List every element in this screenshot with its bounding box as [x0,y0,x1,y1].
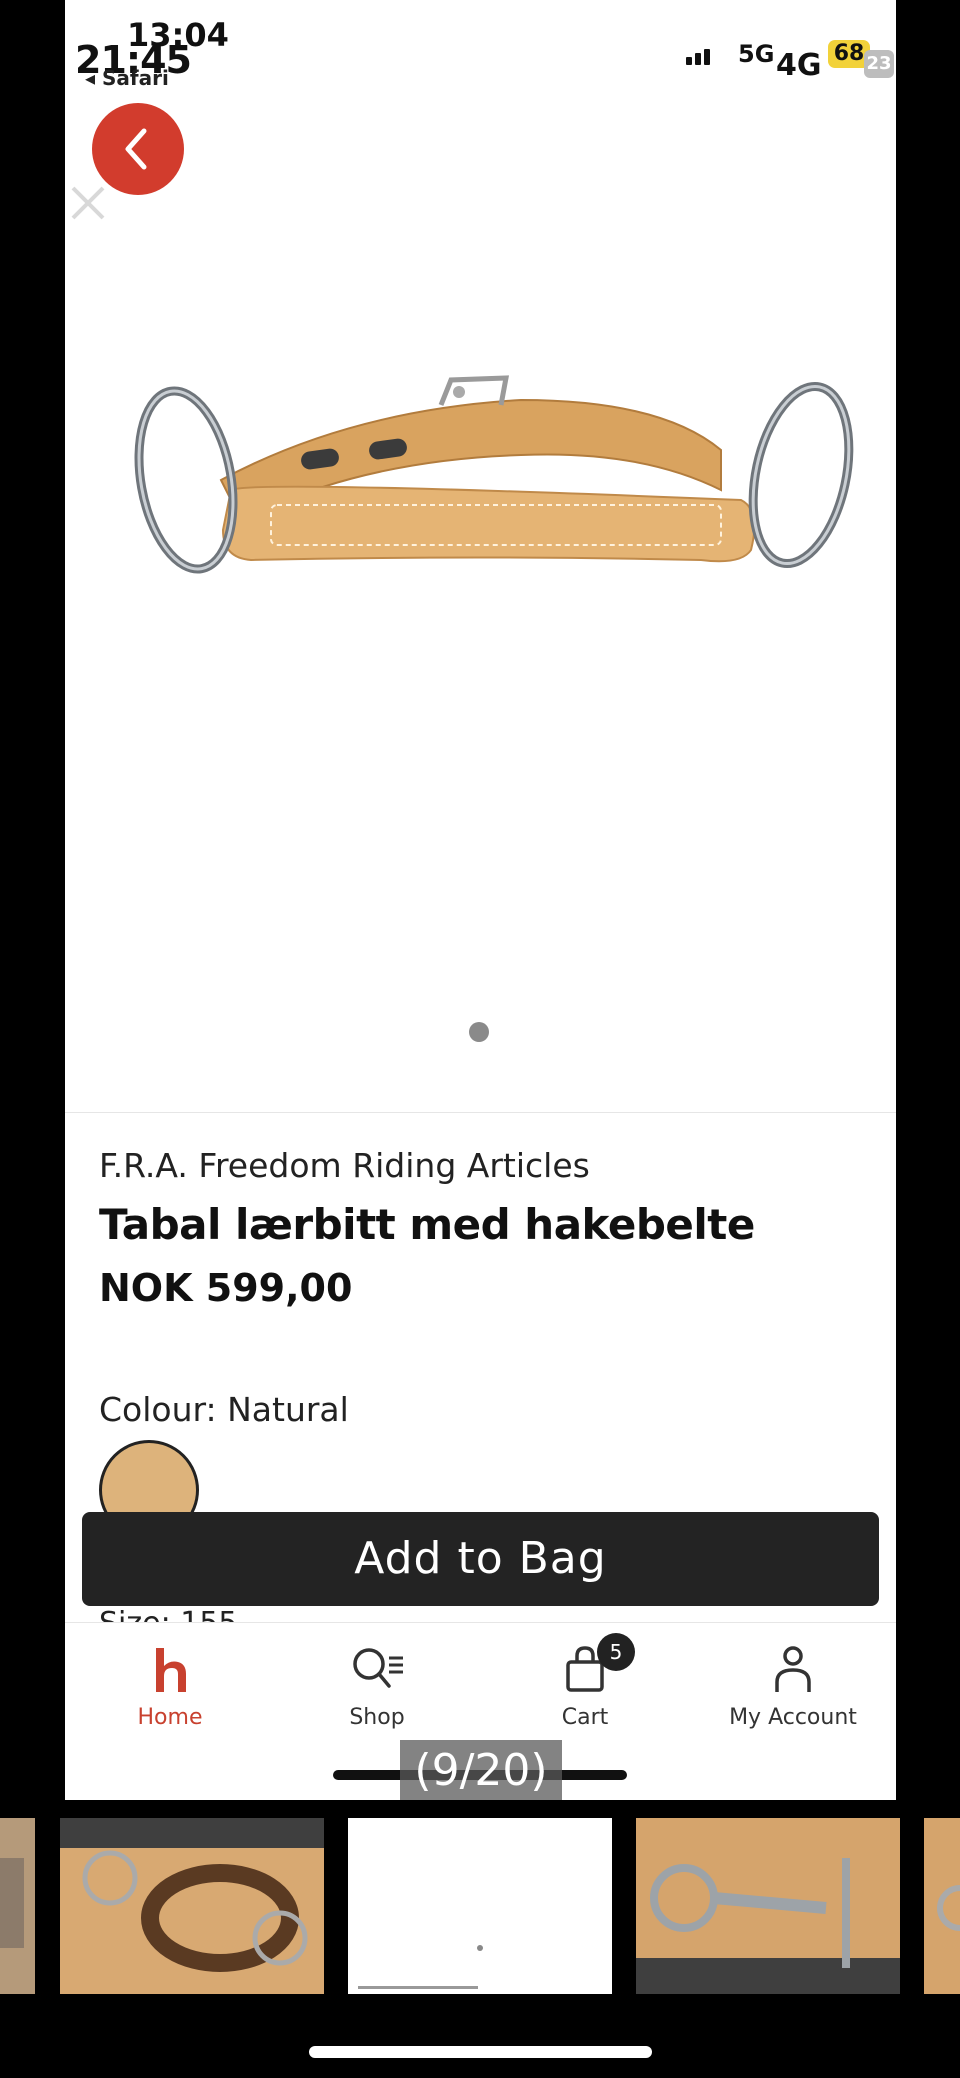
close-icon[interactable] [67,182,109,224]
cart-count-badge: 5 [597,1633,635,1671]
signal-icon [686,46,713,65]
tab-cart-label: Cart [561,1705,609,1730]
tab-shop[interactable]: Shop [287,1641,467,1751]
tab-home-label: Home [137,1705,203,1730]
image-counter: (9/20) [400,1740,562,1800]
person-icon [775,1646,811,1692]
app-screen: 13:04 21:45 ◂ Safari 5G 4G 68 23 F.R.A. … [65,0,896,1800]
search-list-icon [353,1648,403,1688]
tab-shop-label: Shop [349,1705,405,1730]
tab-home[interactable]: Home [80,1641,260,1751]
home-logo-icon [156,1648,186,1692]
thumbnail-7[interactable] [0,1818,35,1994]
network-label-secondary: 4G [776,48,822,83]
system-home-bar [309,2046,652,2058]
tab-my-account-label: My Account [729,1705,857,1730]
thumbnail-8[interactable] [60,1818,324,1994]
thumbnail-10[interactable] [636,1818,900,1994]
product-title: Tabal lærbitt med hakebelte [99,1200,755,1249]
add-to-bag-button[interactable]: Add to Bag [82,1512,879,1606]
status-indicators: 5G 4G 68 23 [686,36,896,83]
product-image[interactable] [101,360,881,620]
battery-secondary-icon: 23 [864,50,894,78]
tab-my-account[interactable]: My Account [703,1641,883,1751]
thumbnail-9-current[interactable] [348,1818,612,1994]
thumbnail-11[interactable] [924,1818,960,1994]
tab-cart[interactable]: 5 Cart [495,1633,675,1751]
product-price: NOK 599,00 [99,1266,353,1310]
divider [65,1112,896,1113]
network-label: 5G [738,40,775,68]
colour-label: Colour: Natural [99,1390,349,1429]
product-brand[interactable]: F.R.A. Freedom Riding Articles [99,1146,590,1185]
carousel-dot[interactable] [469,1022,489,1042]
back-to-app-link[interactable]: ◂ Safari [85,66,169,90]
